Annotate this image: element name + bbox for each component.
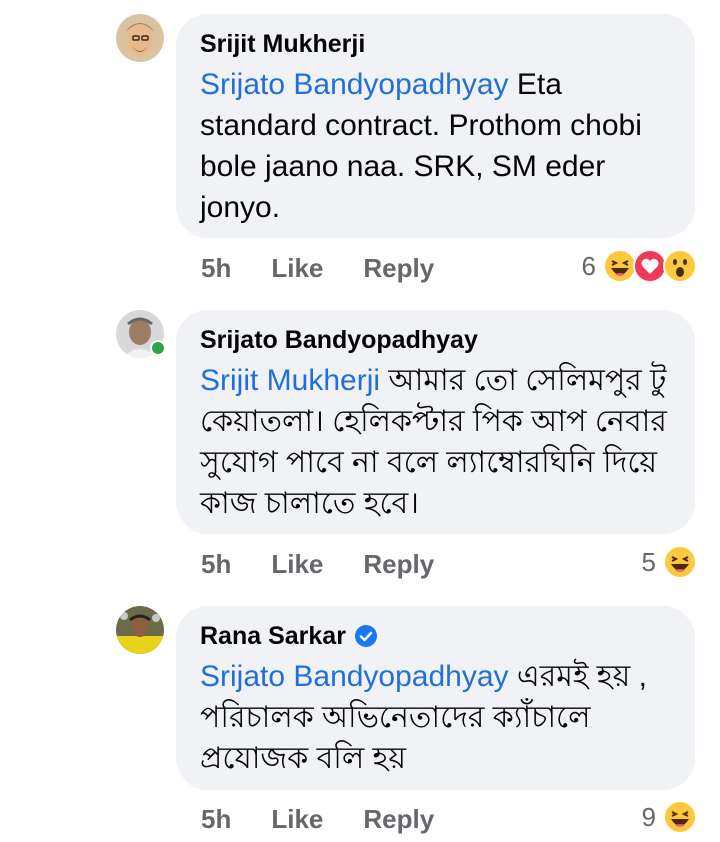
mention-link[interactable]: Srijato Bandyopadhyay bbox=[200, 68, 509, 101]
comment-bubble: Srijit Mukherji Srijato Bandyopadhyay Et… bbox=[176, 14, 695, 238]
comment-actions: 5h Like Reply bbox=[201, 544, 434, 584]
mention-link[interactable]: Srijit Mukherji bbox=[200, 364, 380, 397]
comment-bubble: Rana Sarkar Srijato Bandyopadhyay এরমই হ… bbox=[176, 606, 695, 790]
timestamp[interactable]: 5h bbox=[201, 549, 231, 580]
mention-link[interactable]: Srijato Bandyopadhyay bbox=[200, 660, 509, 693]
haha-icon bbox=[662, 799, 698, 835]
reaction-count: 6 bbox=[581, 250, 596, 281]
reply-button[interactable]: Reply bbox=[363, 549, 434, 580]
comment-author[interactable]: Srijato Bandyopadhyay bbox=[200, 324, 671, 356]
reactions[interactable]: 9 bbox=[642, 797, 698, 837]
wow-icon bbox=[662, 248, 698, 284]
comment-text: Srijato Bandyopadhyay Eta standard contr… bbox=[200, 64, 671, 228]
haha-icon bbox=[662, 544, 698, 580]
comment-actions: 5h Like Reply bbox=[201, 248, 434, 288]
reply-button[interactable]: Reply bbox=[363, 253, 434, 284]
comment-author[interactable]: Srijit Mukherji bbox=[200, 28, 671, 60]
online-status-icon bbox=[150, 340, 166, 356]
reaction-count: 9 bbox=[641, 801, 656, 832]
reactions[interactable]: 6 bbox=[582, 246, 698, 286]
reply-button[interactable]: Reply bbox=[363, 804, 434, 835]
comment-actions: 5h Like Reply bbox=[201, 799, 434, 839]
comment-text: Srijit Mukherji আমার তো সেলিমপুর টু কেয়… bbox=[200, 360, 671, 524]
timestamp[interactable]: 5h bbox=[201, 253, 231, 284]
comment-author-name[interactable]: Rana Sarkar bbox=[200, 620, 346, 652]
reaction-count: 5 bbox=[641, 546, 656, 577]
comment-bubble: Srijato Bandyopadhyay Srijit Mukherji আম… bbox=[176, 310, 695, 534]
avatar[interactable] bbox=[116, 606, 164, 654]
like-button[interactable]: Like bbox=[271, 804, 323, 835]
timestamp[interactable]: 5h bbox=[201, 804, 231, 835]
like-button[interactable]: Like bbox=[271, 253, 323, 284]
like-button[interactable]: Like bbox=[271, 549, 323, 580]
avatar[interactable] bbox=[116, 14, 164, 62]
comment-text: Srijato Bandyopadhyay এরমই হয় , পরিচালক… bbox=[200, 656, 671, 779]
verified-badge-icon bbox=[354, 624, 378, 648]
comment-author: Rana Sarkar bbox=[200, 620, 671, 652]
reactions[interactable]: 5 bbox=[642, 542, 698, 582]
